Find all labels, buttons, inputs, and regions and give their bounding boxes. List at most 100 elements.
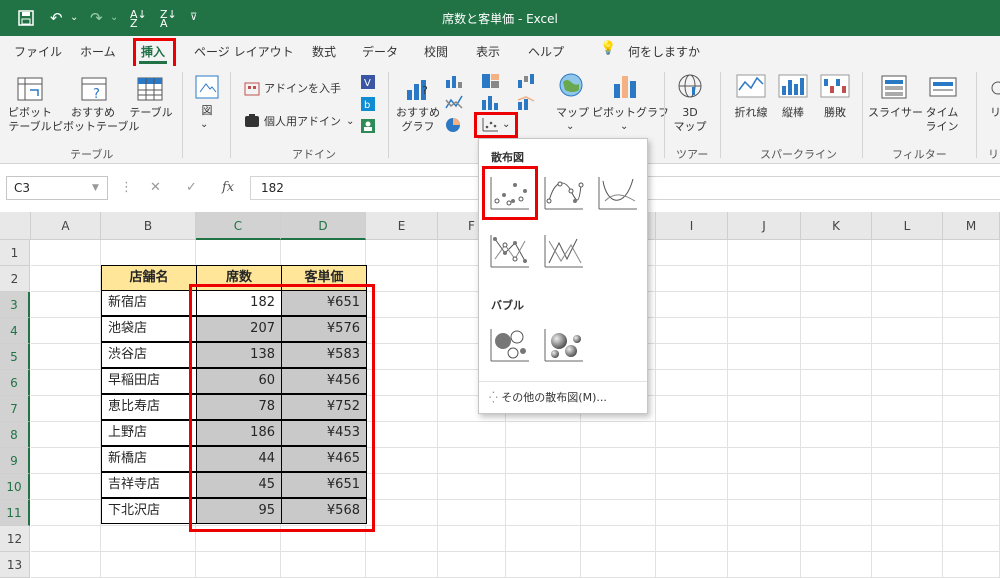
more-scatter-charts[interactable]: ⁛ その他の散布図(M)... xyxy=(489,389,607,405)
tab-home[interactable]: ホーム xyxy=(80,43,116,60)
grid-cell[interactable] xyxy=(943,292,1000,318)
my-addins-dropdown-icon[interactable]: ⌄ xyxy=(346,115,354,129)
grid-cell[interactable] xyxy=(366,448,438,474)
grid-cell[interactable] xyxy=(366,422,438,448)
tab-view[interactable]: 表示 xyxy=(476,43,500,60)
grid-cell[interactable] xyxy=(943,448,1000,474)
grid-cell[interactable] xyxy=(728,396,801,422)
grid-cell[interactable] xyxy=(31,396,101,422)
pivot-table-button[interactable]: ピボット テーブル xyxy=(8,106,52,134)
grid-cell[interactable] xyxy=(656,370,728,396)
grid-cell[interactable] xyxy=(656,500,728,526)
grid-cell[interactable] xyxy=(438,448,506,474)
grid-cell[interactable] xyxy=(438,474,506,500)
pivot-chart-dropdown-icon[interactable]: ⌄ xyxy=(620,120,628,134)
grid-cell[interactable] xyxy=(438,500,506,526)
grid-cell[interactable] xyxy=(581,526,656,552)
grid-cell[interactable] xyxy=(943,474,1000,500)
grid-cell[interactable] xyxy=(801,370,872,396)
grid-cell[interactable] xyxy=(366,552,438,578)
grid-cell[interactable] xyxy=(943,318,1000,344)
grid-cell[interactable] xyxy=(801,552,872,578)
grid-cell[interactable] xyxy=(581,500,656,526)
bubble-option[interactable] xyxy=(487,323,531,365)
grid-cell[interactable] xyxy=(728,500,801,526)
grid-cell[interactable] xyxy=(438,552,506,578)
row-header-8[interactable]: 8 xyxy=(0,422,30,448)
grid-cell[interactable] xyxy=(872,422,943,448)
grid-cell[interactable] xyxy=(801,448,872,474)
visio-icon[interactable]: V xyxy=(360,74,376,90)
tab-formulas[interactable]: 数式 xyxy=(312,43,336,60)
slicer-button[interactable]: スライサー xyxy=(868,106,923,120)
grid-cell[interactable] xyxy=(943,396,1000,422)
pie-chart-icon[interactable] xyxy=(444,116,466,134)
grid-cell[interactable] xyxy=(943,500,1000,526)
cancel-icon[interactable]: ✕ xyxy=(150,180,161,195)
row-header-6[interactable]: 6 xyxy=(0,370,30,396)
name-box-dropdown-icon[interactable]: ▼ xyxy=(92,183,99,193)
grid-cell[interactable] xyxy=(872,474,943,500)
column-header-l[interactable]: L xyxy=(872,212,943,240)
column-header-m[interactable]: M xyxy=(943,212,1000,240)
tab-file[interactable]: ファイル xyxy=(14,43,62,60)
illustrations-dropdown-icon[interactable]: ⌄ xyxy=(200,118,208,132)
grid-cell[interactable] xyxy=(656,422,728,448)
grid-cell[interactable] xyxy=(366,500,438,526)
grid-cell[interactable] xyxy=(801,318,872,344)
grid-cell[interactable] xyxy=(31,448,101,474)
grid-cell[interactable] xyxy=(366,240,438,266)
column-header-d[interactable]: D xyxy=(281,212,366,240)
sparkline-win-loss-button[interactable]: 勝敗 xyxy=(818,106,852,120)
grid-cell[interactable] xyxy=(101,240,196,266)
store-name-cell[interactable]: 恵比寿店 xyxy=(101,394,197,420)
store-name-cell[interactable]: 渋谷店 xyxy=(101,342,197,368)
grid-cell[interactable] xyxy=(101,552,196,578)
grid-cell[interactable] xyxy=(656,292,728,318)
row-header-3[interactable]: 3 xyxy=(0,292,30,318)
grid-cell[interactable] xyxy=(31,500,101,526)
grid-cell[interactable] xyxy=(506,448,581,474)
grid-cell[interactable] xyxy=(728,526,801,552)
row-header-1[interactable]: 1 xyxy=(0,240,30,266)
grid-cell[interactable] xyxy=(801,266,872,292)
grid-cell[interactable] xyxy=(506,526,581,552)
store-name-cell[interactable]: 池袋店 xyxy=(101,316,197,342)
grid-cell[interactable] xyxy=(581,474,656,500)
column-chart-icon[interactable] xyxy=(444,72,466,90)
grid-cell[interactable] xyxy=(801,500,872,526)
grid-cell[interactable] xyxy=(943,526,1000,552)
row-header-12[interactable]: 12 xyxy=(0,526,30,552)
tab-page-layout[interactable]: ページ レイアウト xyxy=(194,43,294,60)
column-header-e[interactable]: E xyxy=(366,212,438,240)
row-header-11[interactable]: 11 xyxy=(0,500,30,526)
timeline-button[interactable]: タイム ライン xyxy=(924,106,960,134)
grid-cell[interactable] xyxy=(728,552,801,578)
row-header-5[interactable]: 5 xyxy=(0,344,30,370)
column-header-a[interactable]: A xyxy=(31,212,101,240)
grid-cell[interactable] xyxy=(438,526,506,552)
sparkline-column-button[interactable]: 縦棒 xyxy=(776,106,810,120)
grid-cell[interactable] xyxy=(31,422,101,448)
grid-cell[interactable] xyxy=(943,344,1000,370)
combo-chart-icon[interactable] xyxy=(516,94,538,112)
store-name-cell[interactable]: 早稲田店 xyxy=(101,368,197,394)
grid-cell[interactable] xyxy=(281,552,366,578)
store-name-cell[interactable]: 新宿店 xyxy=(101,290,197,316)
grid-cell[interactable] xyxy=(656,266,728,292)
grid-cell[interactable] xyxy=(801,292,872,318)
tab-help[interactable]: ヘルプ xyxy=(528,43,564,60)
column-header-j[interactable]: J xyxy=(728,212,801,240)
column-header-c[interactable]: C xyxy=(196,212,281,240)
grid-cell[interactable] xyxy=(872,370,943,396)
store-name-cell[interactable]: 吉祥寺店 xyxy=(101,472,197,498)
grid-cell[interactable] xyxy=(581,552,656,578)
scatter-chart-icon[interactable] xyxy=(481,117,499,133)
grid-cell[interactable] xyxy=(656,448,728,474)
grid-cell[interactable] xyxy=(728,266,801,292)
grid-cell[interactable] xyxy=(31,370,101,396)
grid-cell[interactable] xyxy=(31,344,101,370)
enter-icon[interactable]: ✓ xyxy=(186,180,197,195)
store-name-cell[interactable]: 新橋店 xyxy=(101,446,197,472)
hierarchy-chart-icon[interactable] xyxy=(480,72,502,90)
